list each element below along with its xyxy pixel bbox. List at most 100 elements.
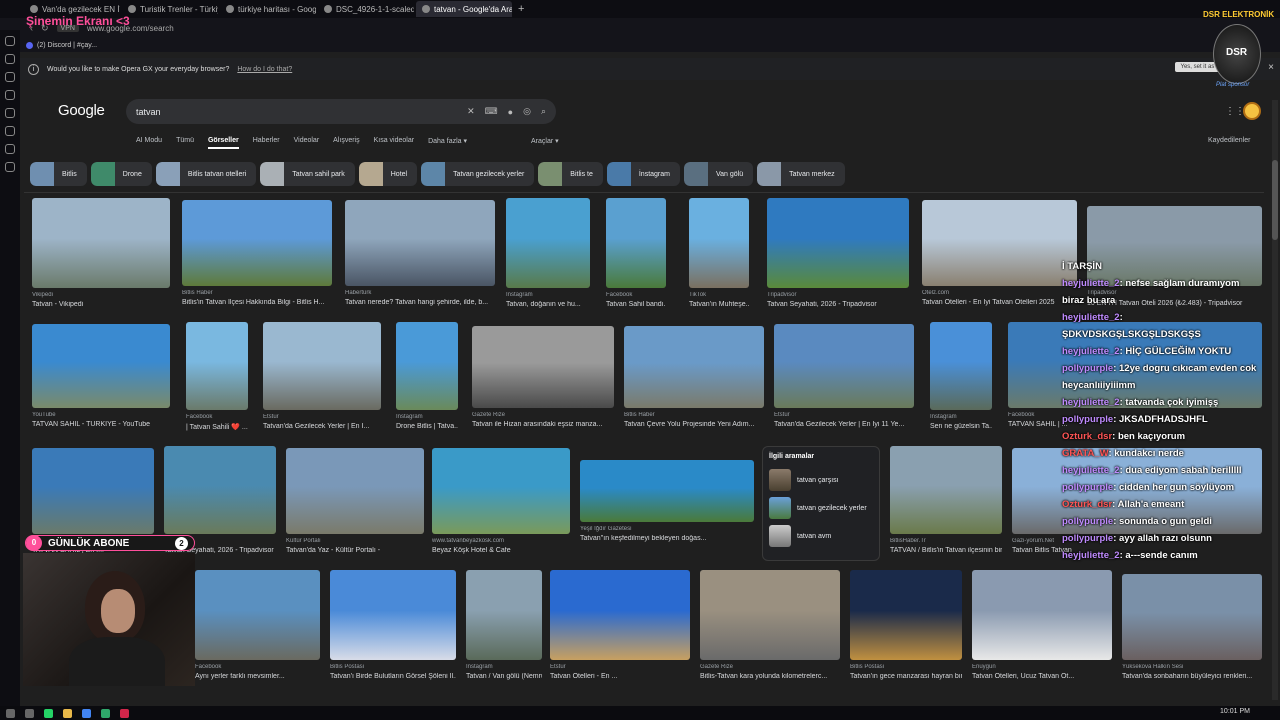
opera-icon[interactable] <box>120 708 129 718</box>
google-logo[interactable]: Google <box>58 102 105 119</box>
image-result[interactable] <box>922 200 1077 286</box>
result-source[interactable]: Vikipedi <box>32 292 170 298</box>
result-source[interactable]: Instagram <box>930 414 992 420</box>
new-tab-button[interactable]: + <box>518 3 524 15</box>
image-result[interactable] <box>930 322 992 410</box>
search-input[interactable]: tatvan <box>136 107 457 117</box>
tab-all[interactable]: Tümü <box>176 137 194 149</box>
result-source[interactable]: Facebook <box>606 292 666 298</box>
tab-more[interactable]: Daha fazla ▾ <box>428 137 467 149</box>
result-caption[interactable]: Tatvan Otelleri, Ucuz Tatvan Ot... <box>972 673 1112 680</box>
close-icon[interactable]: × <box>1268 62 1274 73</box>
sidebar-bag-icon[interactable] <box>5 54 15 64</box>
result-source[interactable]: Bitlis Postası <box>850 664 962 670</box>
result-caption[interactable]: TATVAN SAHİL - TÜRKİYE - YouTube <box>32 421 170 428</box>
sidebar-history-icon[interactable] <box>5 144 15 154</box>
scrollbar-thumb[interactable] <box>1272 160 1278 240</box>
result-source[interactable]: YouTube <box>32 412 170 418</box>
result-source[interactable]: Kültür Portalı <box>286 538 424 544</box>
sidebar-music-icon[interactable] <box>5 90 15 100</box>
result-caption[interactable]: Tatvan Seyahati, 2026 - Tripadvisor <box>767 301 909 308</box>
image-result[interactable] <box>345 200 495 286</box>
filter-chip[interactable]: Tatvan sahil park <box>260 162 355 186</box>
image-result[interactable] <box>550 570 690 660</box>
result-source[interactable]: Yeşil Iğdır Gazetesi <box>580 526 754 532</box>
filter-chip[interactable]: Hotel <box>358 162 418 186</box>
result-caption[interactable]: | Tatvan Sahili ❤️ ... <box>186 423 248 431</box>
browser-tab[interactable]: DSC_4926-1-1-scaled.jpg× <box>318 1 414 17</box>
clear-icon[interactable]: ✕ <box>467 106 475 117</box>
result-caption[interactable]: Tatvan Çevre Yolu Projesinde Yeni Adım..… <box>624 421 764 428</box>
filter-chip[interactable]: İnstagram <box>606 162 680 186</box>
result-source[interactable]: www.tatvanbeyazkosk.com <box>432 538 570 544</box>
tab-short-videos[interactable]: Kısa videolar <box>374 137 414 149</box>
image-result[interactable] <box>263 322 381 410</box>
filter-chip[interactable]: Drone <box>90 162 152 186</box>
tab-videos[interactable]: Videolar <box>294 137 320 149</box>
result-source[interactable]: Habertürk <box>345 290 495 296</box>
banner-link[interactable]: How do I do that? <box>237 66 292 73</box>
result-source[interactable]: Bitlis Haber <box>182 290 332 296</box>
keyboard-icon[interactable]: ⌨ <box>485 106 498 117</box>
browser-tab[interactable]: türkiye haritası - Google'd× <box>220 1 316 17</box>
result-source[interactable]: Tripadvisor <box>767 292 909 298</box>
result-caption[interactable]: Beyaz Köşk Hotel & Cafe <box>432 547 570 554</box>
mic-icon[interactable]: ● <box>508 107 513 117</box>
sidebar-chat-icon[interactable] <box>5 72 15 82</box>
image-result[interactable] <box>432 448 570 534</box>
result-caption[interactable]: Tatvan, doğanın ve hu... <box>506 301 590 308</box>
result-source[interactable]: Bitlis Postası <box>330 664 456 670</box>
folder-icon[interactable] <box>63 708 72 718</box>
result-caption[interactable]: Drone Bitlis | Tatva... <box>396 423 458 430</box>
result-caption[interactable]: Tatvan Otelleri - En İyi Tatvan Otelleri… <box>922 299 1077 306</box>
result-caption[interactable]: Bitlis-Tatvan kara yolunda kilometrelerc… <box>700 673 840 680</box>
image-result[interactable] <box>700 570 840 660</box>
result-caption[interactable]: Tatvan'ın gece manzarası hayran bırakti.… <box>850 673 962 680</box>
image-result[interactable] <box>32 448 154 534</box>
result-source[interactable]: Enuygun <box>972 664 1112 670</box>
tools-button[interactable]: Araçlar ▾ <box>531 137 559 149</box>
image-result[interactable] <box>689 198 749 288</box>
related-item[interactable]: tatvan avm <box>769 522 873 550</box>
result-caption[interactable]: Tatvan'ı Birde Bulutların Görsel Şöleni … <box>330 673 456 680</box>
sidebar-clock-icon[interactable] <box>5 126 15 136</box>
sidebar-twitch-icon[interactable] <box>5 108 15 118</box>
result-caption[interactable]: Tatvan''ın keşfedilmeyi bekleyen doğas..… <box>580 535 754 542</box>
filter-chip[interactable]: Tatvan merkez <box>757 162 845 186</box>
image-result[interactable] <box>624 326 764 408</box>
scrollbar[interactable] <box>1272 100 1278 700</box>
browser-tab[interactable]: Turistik Trenler - Türkiye'd× <box>122 1 218 17</box>
browser-tab-active[interactable]: tatvan - Google'da Ara× <box>416 1 512 17</box>
result-source[interactable]: Instagram <box>396 414 458 420</box>
result-caption[interactable]: Tatvan'da Gezilecek Yerler | En İ... <box>263 423 381 430</box>
result-caption[interactable]: Tatvan ile Hizan arasındaki eşsiz manza.… <box>472 421 614 428</box>
result-source[interactable]: Instagram <box>506 292 590 298</box>
result-caption[interactable]: Aynı yerler farklı mevsimler... <box>195 673 320 680</box>
avatar[interactable] <box>1243 102 1261 120</box>
filter-chip[interactable]: Bitlis <box>30 162 87 186</box>
search-box[interactable]: tatvan ✕ ⌨ ● ◎ ⌕ <box>126 99 556 124</box>
image-result[interactable] <box>286 448 424 534</box>
saved-link[interactable]: Kaydedilenler <box>1208 137 1250 144</box>
image-result[interactable] <box>774 324 914 408</box>
result-caption[interactable]: Tatvan'da sonbaharın büyüleyici renkleri… <box>1122 673 1262 680</box>
image-result[interactable] <box>972 570 1112 660</box>
result-caption[interactable]: Tatvan / Van gölü (Nemrut Dağında... <box>466 673 542 680</box>
image-result[interactable] <box>890 446 1002 534</box>
image-result[interactable] <box>32 198 170 288</box>
related-item[interactable]: tatvan çarşısı <box>769 466 873 494</box>
result-source[interactable]: Gazete Rize <box>472 412 614 418</box>
result-source[interactable]: Yüksekova Halkın Sesi <box>1122 664 1262 670</box>
image-result[interactable] <box>186 322 248 410</box>
result-caption[interactable]: Tatvan Sahil bandı... <box>606 301 666 308</box>
tab-images[interactable]: Görseller <box>207 137 239 149</box>
tab-news[interactable]: Haberler <box>253 137 280 149</box>
filter-chip[interactable]: Tatvan gezilecek yerler <box>421 162 535 186</box>
image-result[interactable] <box>580 460 754 522</box>
image-result[interactable] <box>330 570 456 660</box>
result-caption[interactable]: Tatvan nerede? Tatvan hangi şehirde, ild… <box>345 299 495 306</box>
filter-chip[interactable]: Van gölü <box>683 162 754 186</box>
filter-chip[interactable]: Bitlis tatvan otelleri <box>155 162 257 186</box>
result-source[interactable]: Otelz.com <box>922 290 1077 296</box>
image-result[interactable] <box>472 326 614 408</box>
